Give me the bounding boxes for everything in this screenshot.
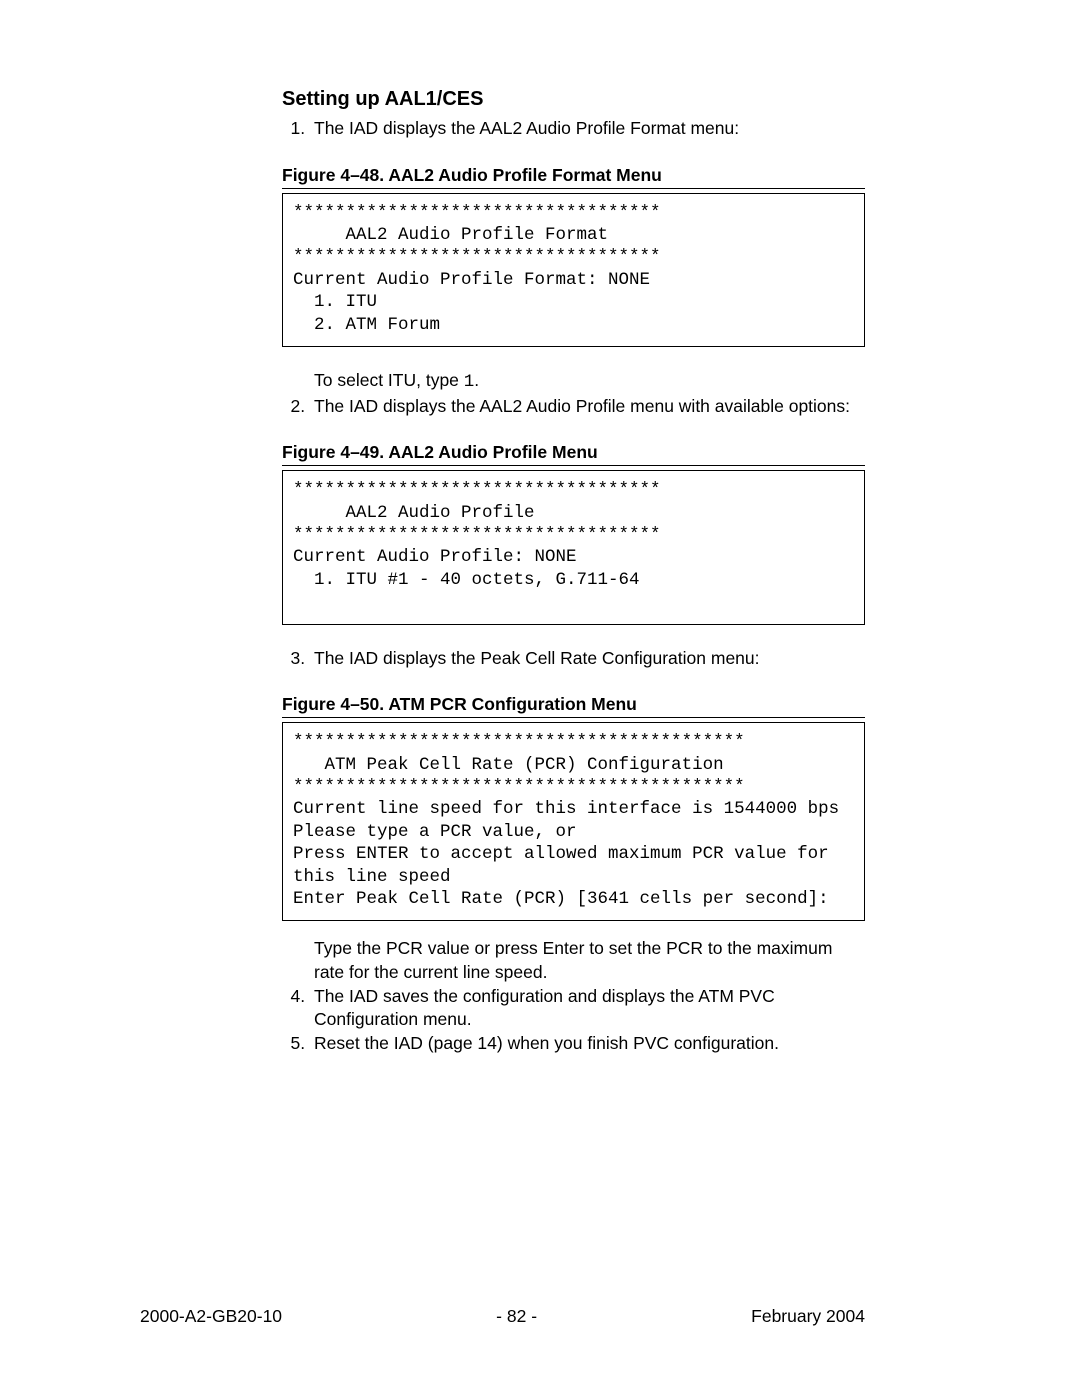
step-2-text: The IAD displays the AAL2 Audio Profile … — [314, 396, 850, 416]
step-1-text: The IAD displays the AAL2 Audio Profile … — [314, 118, 739, 138]
step-1b: To select ITU, type 1. — [314, 369, 865, 395]
figure-49-caption: Figure 4–49. AAL2 Audio Profile Menu — [282, 442, 865, 466]
step-3: The IAD displays the Peak Cell Rate Conf… — [310, 647, 865, 671]
step-4: The IAD saves the configuration and disp… — [310, 985, 865, 1032]
step-1: The IAD displays the AAL2 Audio Profile … — [310, 117, 865, 141]
footer-right: February 2004 — [751, 1306, 865, 1327]
step-5-text: Reset the IAD (page 14) when you finish … — [314, 1033, 779, 1053]
step-1b-pre: To select ITU, type — [314, 370, 464, 390]
step-1b-post: . — [474, 370, 479, 390]
step-1b-code: 1 — [464, 372, 475, 392]
figure-50-code-box: ****************************************… — [282, 722, 865, 921]
step-3b: Type the PCR value or press Enter to set… — [314, 937, 865, 984]
step-4-text: The IAD saves the configuration and disp… — [314, 986, 775, 1030]
figure-48-caption: Figure 4–48. AAL2 Audio Profile Format M… — [282, 165, 865, 189]
figure-49-code: *********************************** AAL2… — [293, 479, 854, 613]
figure-50-caption: Figure 4–50. ATM PCR Configuration Menu — [282, 694, 865, 718]
page-footer: 2000-A2-GB20-10 - 82 - February 2004 — [0, 1306, 1080, 1327]
figure-50-code: ****************************************… — [293, 731, 854, 910]
step-2: The IAD displays the AAL2 Audio Profile … — [310, 395, 865, 419]
figure-48-code-box: *********************************** AAL2… — [282, 193, 865, 347]
step-3-text: The IAD displays the Peak Cell Rate Conf… — [314, 648, 760, 668]
figure-48-code: *********************************** AAL2… — [293, 202, 854, 336]
step-5: Reset the IAD (page 14) when you finish … — [310, 1032, 865, 1056]
figure-49-code-box: *********************************** AAL2… — [282, 470, 865, 624]
footer-center: - 82 - — [496, 1306, 537, 1327]
page: Setting up AAL1/CES The IAD displays the… — [0, 0, 1080, 1397]
footer-left: 2000-A2-GB20-10 — [140, 1306, 282, 1327]
section-title: Setting up AAL1/CES — [282, 88, 865, 111]
